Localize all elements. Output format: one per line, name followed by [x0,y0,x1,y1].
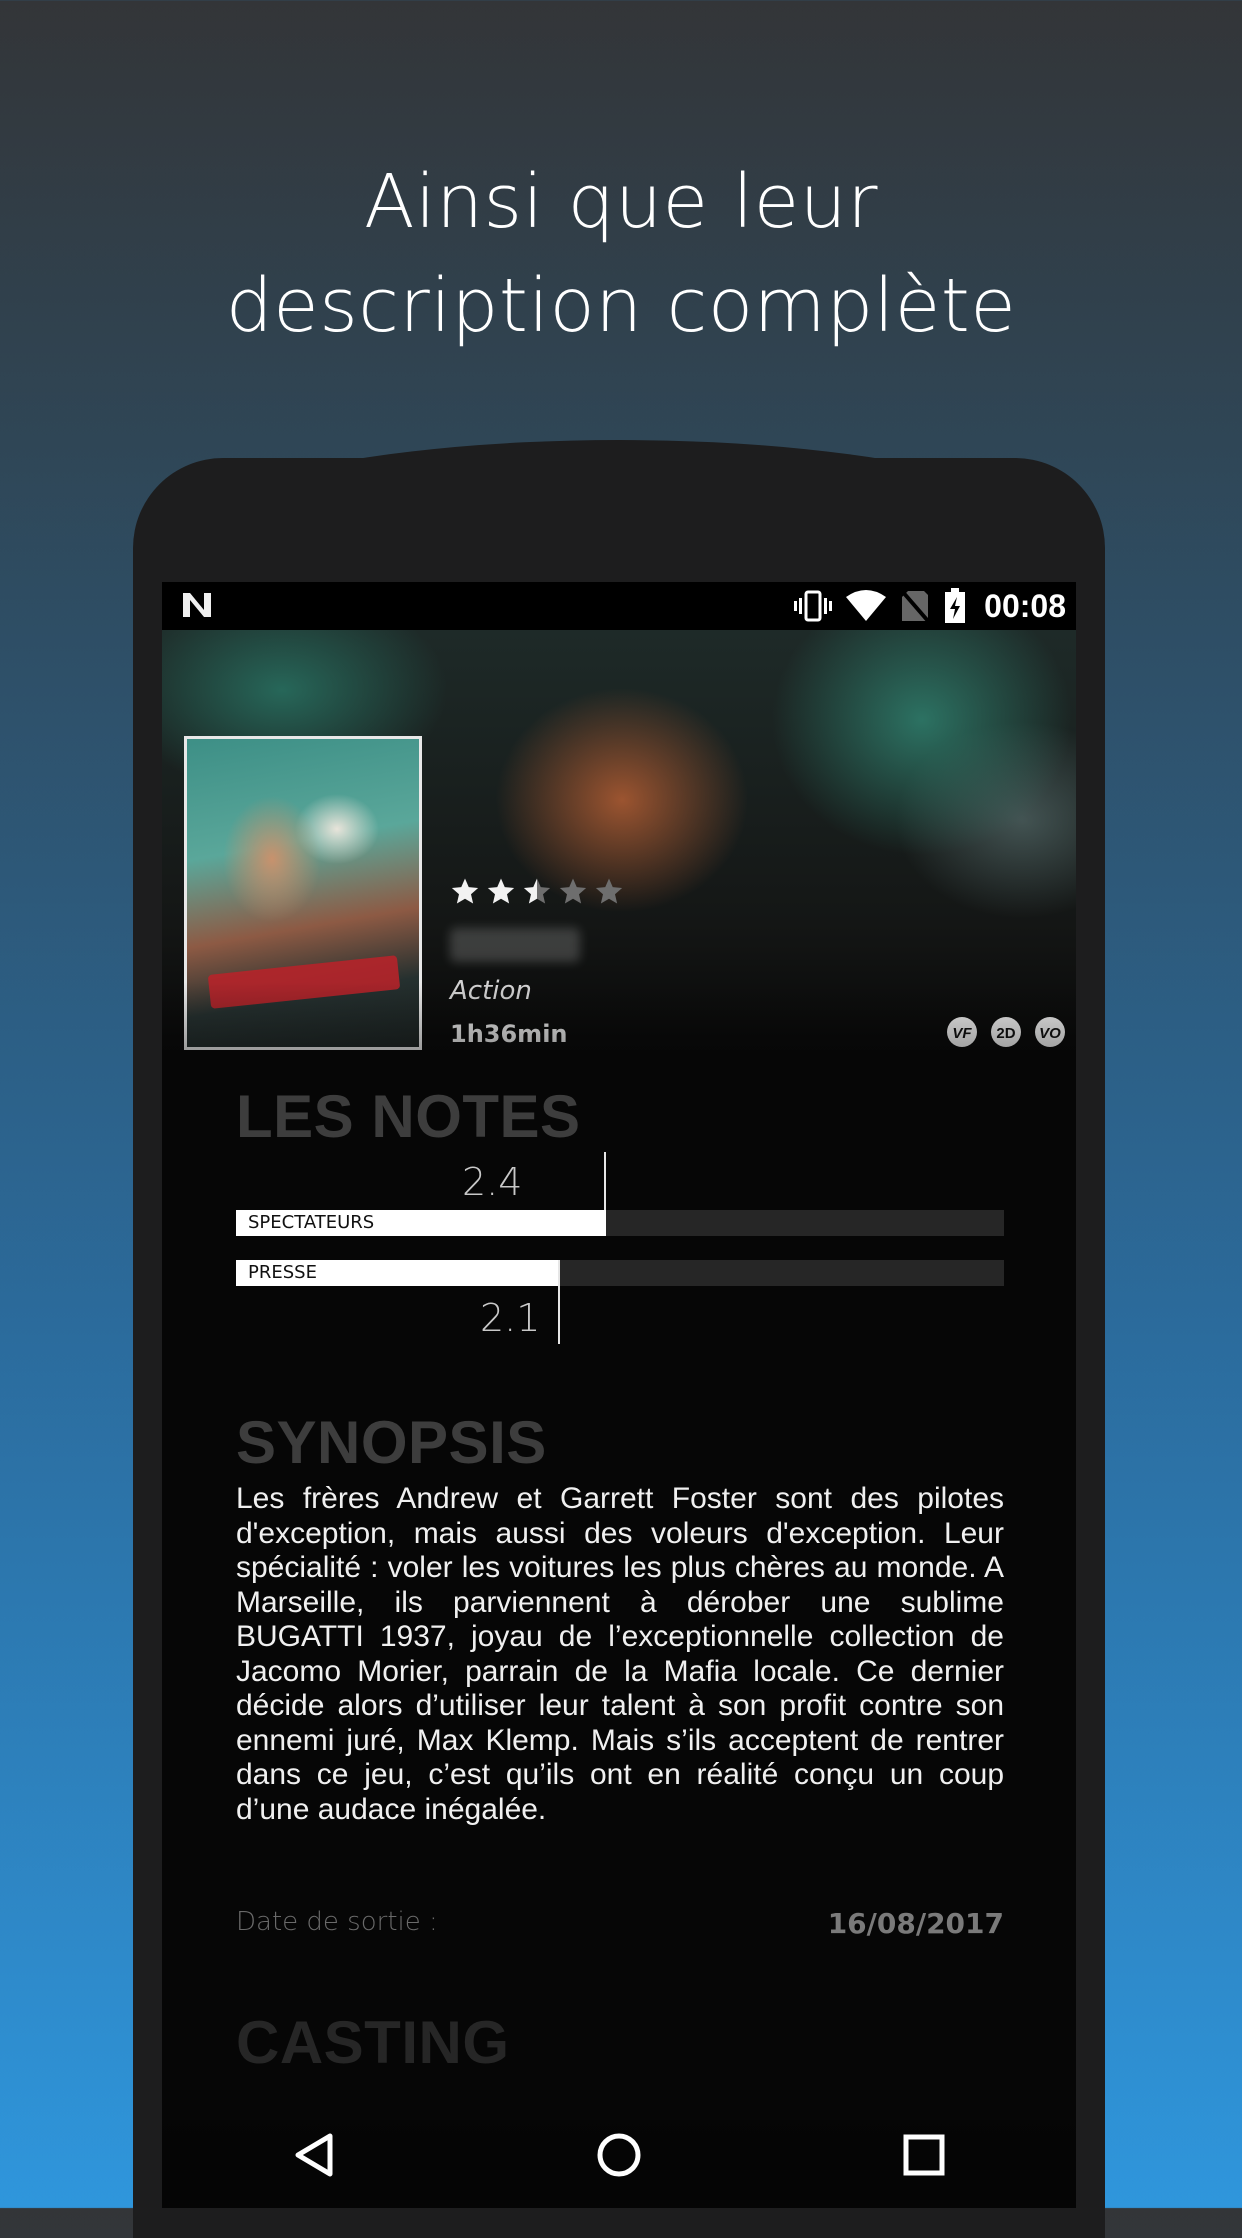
headline-line-2: description complète [225,263,1017,349]
wifi-icon [846,590,886,621]
headline-line-1: Ainsi que leur [363,159,879,245]
casting-title: CASTING [236,2009,510,2076]
back-button[interactable] [274,2115,354,2195]
synopsis-text: Les frères Andrew et Garrett Foster sont… [236,1482,1004,1826]
synopsis-title: SYNOPSIS [236,1409,547,1476]
headline: Ainsi que leur description complète [0,150,1242,358]
star-full-icon [451,878,479,904]
spectators-score: 2.4 [462,1160,523,1204]
star-empty-icon [595,878,623,904]
battery-icon [945,588,965,623]
home-button[interactable] [579,2115,659,2195]
movie-title-blurred [450,928,580,962]
no-sim-icon [900,589,930,623]
vibrate-icon [794,590,832,622]
recents-icon [903,2134,945,2176]
recents-button[interactable] [884,2115,964,2195]
notes-title: LES NOTES [236,1083,581,1150]
star-empty-icon [559,878,587,904]
press-label: PRESSE [248,1262,317,1283]
back-icon [295,2133,333,2177]
navigation-bar [162,2102,1076,2208]
star-rating [450,876,624,906]
phone-screen: Action 1h36min VF 2D VO [162,582,1076,2208]
star-half-icon [523,878,551,904]
press-score: 2.1 [480,1296,541,1340]
home-icon [597,2133,641,2177]
n-logo-icon [183,593,211,617]
status-bar: 00:08 [162,582,1076,630]
release-date-value: 16/08/2017 [827,1907,1004,1940]
star-full-icon [487,878,515,904]
spectators-label: SPECTATEURS [248,1212,375,1233]
release-date-label: Date de sortie : [236,1907,438,1937]
status-time: 00:08 [984,588,1066,624]
press-marker [558,1260,560,1344]
